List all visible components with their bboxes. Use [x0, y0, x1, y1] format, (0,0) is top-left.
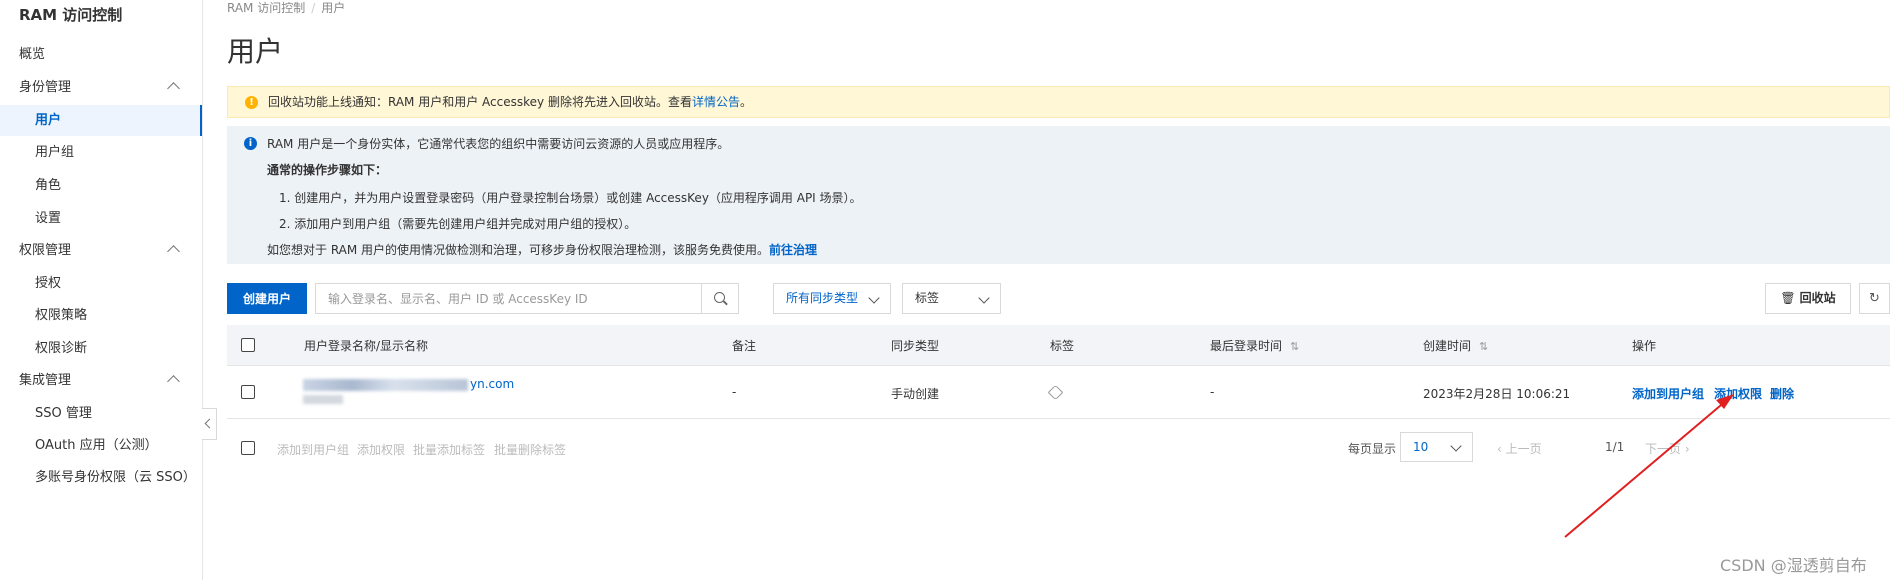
watermark: CSDN @湿透剪自布: [1720, 556, 1867, 575]
sort-icon: ⇅: [1290, 340, 1300, 353]
trash-icon: 🗑: [1780, 291, 1796, 305]
user-login-link[interactable]: yn.com: [470, 377, 514, 391]
sidebar-item-grant[interactable]: 授权: [0, 268, 202, 299]
col-sync-type: 同步类型: [891, 339, 940, 353]
row-checkbox[interactable]: [241, 385, 255, 399]
sidebar-item-diagnosis[interactable]: 权限诊断: [0, 333, 202, 364]
per-page-select[interactable]: 10: [1400, 432, 1473, 462]
chevron-down-icon: [868, 292, 880, 304]
sidebar-collapse-button[interactable]: [202, 408, 217, 440]
bulk-delete-tags[interactable]: 批量删除标签: [494, 441, 566, 458]
page-title: 用户: [227, 35, 284, 68]
col-login-name: 用户登录名称/显示名称: [304, 339, 429, 353]
sidebar-item-overview[interactable]: 概览: [0, 39, 202, 70]
create-user-button[interactable]: 创建用户: [227, 283, 307, 314]
per-page-label: 每页显示: [1348, 442, 1397, 456]
table-footer: 添加到用户组 添加权限 批量添加标签 批量删除标签 每页显示 10 ‹ 上一页 …: [227, 432, 1890, 464]
sidebar-group-identity[interactable]: 身份管理: [0, 72, 202, 103]
search-button[interactable]: [701, 284, 738, 313]
info-heading: 通常的操作步骤如下：: [267, 163, 388, 177]
governance-link[interactable]: 前往治理: [769, 243, 817, 257]
sync-type-select[interactable]: 所有同步类型: [773, 283, 891, 314]
select-all-checkbox[interactable]: [241, 338, 255, 352]
col-last-login[interactable]: 最后登录时间 ⇅: [1210, 337, 1299, 354]
search-box: [315, 283, 739, 314]
refresh-button[interactable]: ↻: [1859, 283, 1890, 314]
next-page-button[interactable]: 下一页 ›: [1645, 440, 1690, 457]
tag-icon[interactable]: [1047, 384, 1064, 401]
sidebar: RAM 访问控制 概览 身份管理 用户 用户组 角色 设置 权限管理 授权 权限…: [0, 0, 203, 580]
recycle-notice: ! 回收站功能上线通知：RAM 用户和用户 Accesskey 删除将先进入回收…: [227, 86, 1890, 118]
col-tags: 标签: [1050, 339, 1075, 353]
refresh-icon: ↻: [1869, 291, 1880, 306]
chevron-right-icon: ›: [1681, 442, 1690, 456]
table-row: yn.com - 手动创建 - 2023年2月28日 10:06:21 添加到用…: [227, 366, 1890, 419]
cell-last-login: -: [1210, 385, 1215, 399]
info-icon: i: [244, 137, 257, 150]
info-governance-text: 如您想对于 RAM 用户的使用情况做检测和治理，可移步身份权限治理检测，该服务免…: [267, 243, 770, 257]
chevron-up-icon: [167, 375, 180, 388]
bulk-add-permission[interactable]: 添加权限: [357, 441, 405, 458]
redacted-display-name: [303, 395, 343, 404]
tag-select[interactable]: 标签: [902, 283, 1001, 314]
cell-created: 2023年2月28日 10:06:21: [1423, 387, 1571, 401]
info-step-1: 1. 创建用户，并为用户设置登录密码（用户登录控制台场景）或创建 AccessK…: [279, 191, 862, 205]
chevron-down-icon: [978, 292, 990, 304]
recycle-bin-button[interactable]: 🗑 回收站: [1765, 283, 1851, 314]
sidebar-group-permissions[interactable]: 权限管理: [0, 235, 202, 266]
sidebar-item-user-groups[interactable]: 用户组: [0, 137, 202, 168]
add-to-group-button[interactable]: 添加到用户组: [1632, 385, 1704, 402]
delete-button[interactable]: 删除: [1770, 385, 1794, 402]
app-title: RAM 访问控制: [19, 6, 123, 24]
chevron-up-icon: [167, 82, 180, 95]
redacted-login-name: [303, 379, 468, 391]
chevron-down-icon: [1450, 440, 1462, 452]
sidebar-item-users[interactable]: 用户: [0, 105, 202, 136]
cell-sync-type: 手动创建: [891, 387, 940, 401]
sidebar-item-policies[interactable]: 权限策略: [0, 300, 202, 331]
sidebar-item-oauth[interactable]: OAuth 应用（公测）: [0, 430, 202, 461]
bulk-add-to-group[interactable]: 添加到用户组: [277, 441, 349, 458]
warning-icon: !: [245, 96, 258, 109]
prev-page-button[interactable]: ‹ 上一页: [1497, 440, 1542, 457]
notice-details-link[interactable]: 详情公告: [692, 95, 740, 109]
breadcrumb: RAM 访问控制 / 用户: [227, 1, 346, 15]
breadcrumb-users: 用户: [321, 1, 346, 15]
page-indicator: 1/1: [1605, 440, 1625, 454]
bulk-add-tags[interactable]: 批量添加标签: [413, 441, 485, 458]
info-line: RAM 用户是一个身份实体，它通常代表您的组织中需要访问云资源的人员或应用程序。: [267, 137, 730, 151]
chevron-up-icon: [167, 245, 180, 258]
add-permission-button[interactable]: 添加权限: [1714, 385, 1762, 402]
table-header: 用户登录名称/显示名称 备注 同步类型 标签 最后登录时间 ⇅ 创建时间 ⇅ 操作: [227, 325, 1890, 366]
col-actions: 操作: [1632, 339, 1657, 353]
sidebar-item-cloud-sso[interactable]: 多账号身份权限（云 SSO）: [0, 462, 202, 493]
info-panel: i RAM 用户是一个身份实体，它通常代表您的组织中需要访问云资源的人员或应用程…: [227, 126, 1890, 264]
sort-icon: ⇅: [1479, 340, 1489, 353]
breadcrumb-ram[interactable]: RAM 访问控制: [227, 1, 305, 15]
sidebar-item-sso[interactable]: SSO 管理: [0, 398, 202, 429]
cell-remark: -: [732, 385, 737, 399]
info-step-2: 2. 添加用户到用户组（需要先创建用户组并完成对用户组的授权）。: [279, 217, 637, 231]
col-created[interactable]: 创建时间 ⇅: [1423, 337, 1488, 354]
bulk-select-checkbox[interactable]: [241, 441, 255, 455]
chevron-left-icon: ‹: [1497, 442, 1506, 456]
search-icon: [714, 292, 725, 303]
sidebar-item-settings[interactable]: 设置: [0, 203, 202, 234]
sidebar-item-roles[interactable]: 角色: [0, 170, 202, 201]
col-remark: 备注: [732, 339, 757, 353]
search-input[interactable]: [316, 284, 701, 313]
sidebar-group-integration[interactable]: 集成管理: [0, 365, 202, 396]
